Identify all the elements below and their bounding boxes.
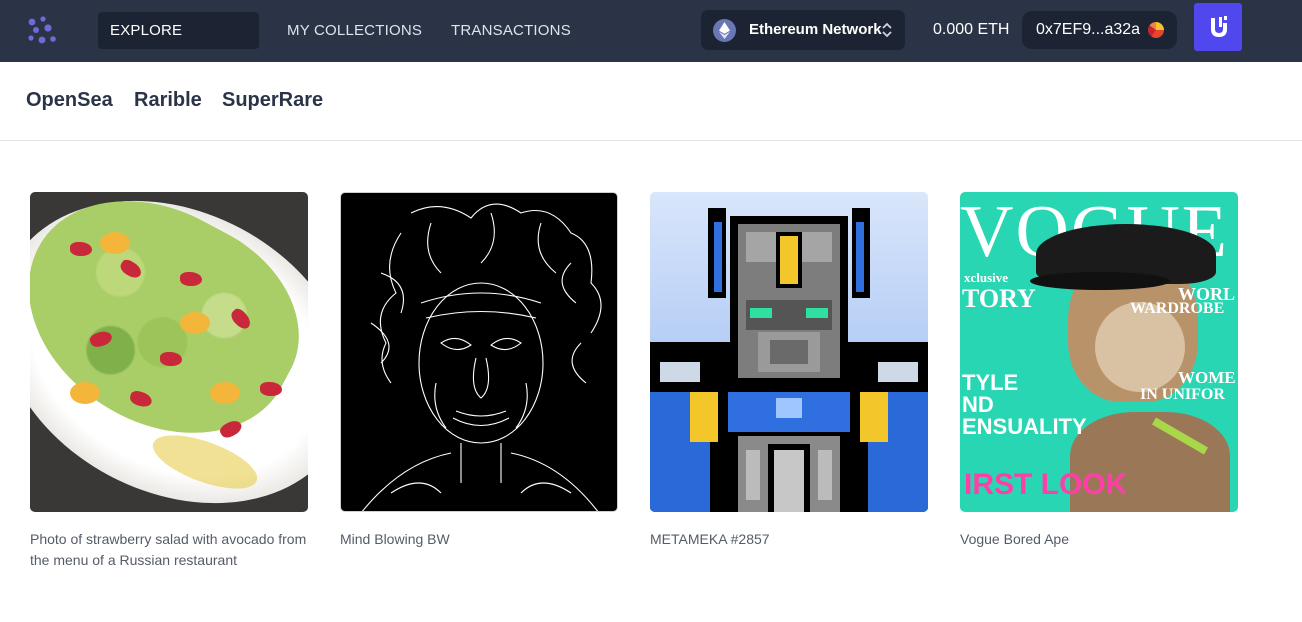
nav-transactions[interactable]: TRANSACTIONS (451, 12, 571, 49)
vogue-first-look: IRST LOOK (964, 468, 1128, 501)
market-tabs: OpenSea Rarible SuperRare (0, 62, 1302, 141)
account-avatar (1148, 22, 1164, 38)
nft-image (650, 192, 928, 512)
wallet-connect-button[interactable] (1194, 3, 1242, 51)
eth-balance: 0.000 ETH (933, 21, 1010, 38)
nft-card[interactable]: METAMEKA #2857 (650, 192, 928, 550)
top-navbar: EXPLORE MARKETS MY COLLECTIONS TRANSACTI… (0, 0, 1302, 76)
nav-my-collections[interactable]: MY COLLECTIONS (287, 12, 422, 49)
nft-card[interactable]: Mind Blowing BW (340, 192, 618, 550)
ethereum-icon (713, 19, 736, 42)
tab-superrare[interactable]: SuperRare (222, 89, 323, 112)
network-label: Ethereum Network (749, 21, 882, 38)
nft-title: METAMEKA #2857 (650, 531, 770, 547)
nft-card[interactable]: VOGUE xclusive TORY WORL WARDROBE TYLE N… (960, 192, 1238, 550)
nav-explore-markets[interactable]: EXPLORE MARKETS (98, 12, 259, 76)
account-button[interactable]: 0x7EF9...a32a (1022, 11, 1177, 49)
nft-title: Photo of strawberry salad with avocado f… (30, 531, 307, 568)
nft-image (340, 192, 618, 512)
wallet-connect-icon (1211, 16, 1227, 37)
account-address: 0x7EF9...a32a (1036, 21, 1141, 38)
tab-rarible[interactable]: Rarible (134, 89, 202, 112)
nft-title: Mind Blowing BW (340, 531, 450, 547)
chevron-up-down-icon (882, 22, 892, 38)
tab-opensea[interactable]: OpenSea (26, 89, 113, 112)
nft-card[interactable]: Photo of strawberry salad with avocado f… (30, 192, 308, 571)
network-selector[interactable]: Ethereum Network (701, 10, 905, 50)
app-logo-icon[interactable] (26, 14, 58, 46)
nft-image: VOGUE xclusive TORY WORL WARDROBE TYLE N… (960, 192, 1238, 512)
nft-title: Vogue Bored Ape (960, 531, 1069, 547)
nft-image (30, 192, 308, 512)
